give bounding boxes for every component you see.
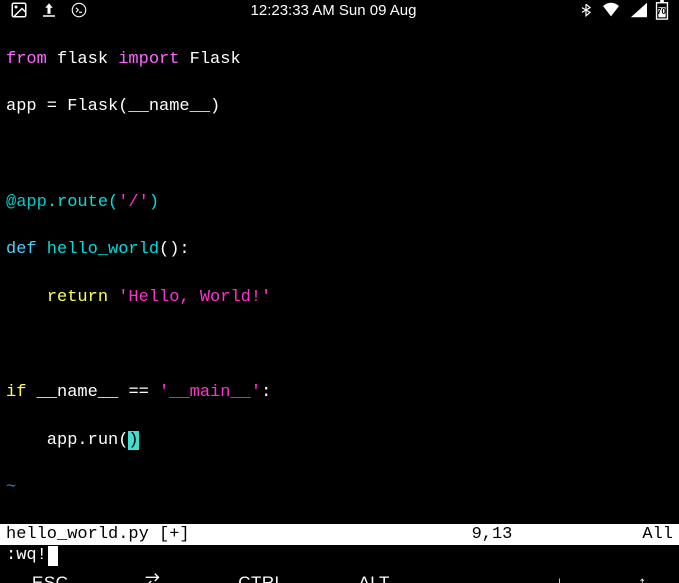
vim-status-line: hello_world.py [+] 9,13 All <box>0 524 679 545</box>
vim-editor[interactable]: from flask import Flask app = Flask(__na… <box>0 20 679 524</box>
esc-key[interactable]: ESC <box>22 567 78 583</box>
wifi-icon <box>601 2 621 18</box>
code-line: app = Flask(__name__) <box>6 95 673 119</box>
vim-filename: hello_world.py [+] <box>6 525 190 544</box>
tab-key[interactable] <box>132 567 174 583</box>
status-right: 70 <box>579 0 669 20</box>
up-key[interactable]: ↑ <box>628 567 657 583</box>
upload-icon <box>40 1 58 19</box>
code-line: if __name__ == '__main__': <box>6 381 673 405</box>
battery-level: 70 <box>657 7 666 16</box>
code-line <box>6 333 673 357</box>
signal-icon <box>629 2 647 18</box>
code-line: from flask import Flask <box>6 48 673 72</box>
cursor: ) <box>128 431 138 450</box>
code-line <box>6 143 673 167</box>
code-line: def hello_world(): <box>6 238 673 262</box>
code-line: return 'Hello, World!' <box>6 286 673 310</box>
down-key[interactable]: ↓ <box>545 567 574 583</box>
code-line: @app.route('/') <box>6 191 673 215</box>
image-icon <box>10 1 28 19</box>
termux-extra-keys: ESC CTRL ALT — ↓ ↑ <box>0 567 679 583</box>
terminal-icon <box>70 1 88 19</box>
command-cursor <box>48 546 58 566</box>
bluetooth-icon <box>579 1 593 19</box>
ctrl-key[interactable]: CTRL <box>228 567 294 583</box>
code-line: app.run() <box>6 429 673 453</box>
battery-icon: 70 <box>655 0 669 20</box>
dash-key[interactable]: — <box>454 567 492 583</box>
status-left <box>10 1 88 19</box>
vim-command-text: :wq! <box>6 546 47 565</box>
vim-command-line[interactable]: :wq! <box>0 545 679 567</box>
status-time: 12:23:33 AM Sun 09 Aug <box>88 2 579 19</box>
android-status-bar: 12:23:33 AM Sun 09 Aug 70 <box>0 0 679 20</box>
alt-key[interactable]: ALT <box>348 567 399 583</box>
vim-cursor-position: 9,13 <box>472 525 513 544</box>
vim-view-percent: All <box>642 525 673 544</box>
code-tilde: ~ <box>6 476 673 500</box>
tab-icon <box>142 573 164 583</box>
